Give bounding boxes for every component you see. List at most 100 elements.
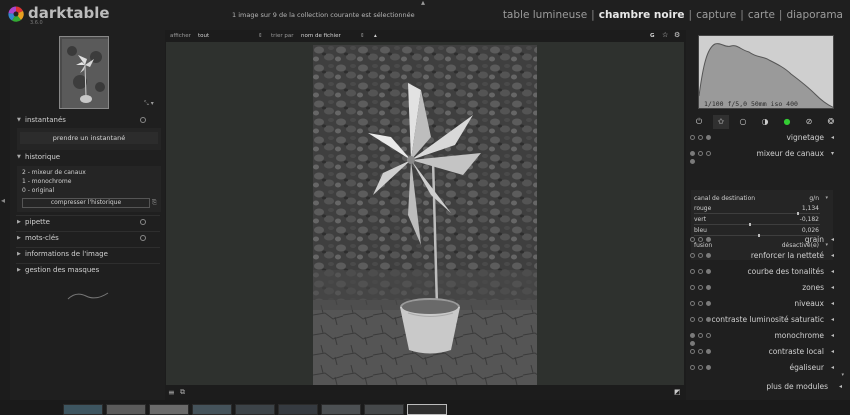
color-group-icon[interactable]: ● [779,115,795,129]
gear-icon[interactable]: ⚙ [674,31,680,39]
destination-dropdown[interactable]: g/n [809,195,819,202]
red-slider[interactable] [694,212,820,215]
green-slider-knob[interactable] [749,223,752,226]
power-icon[interactable]: ⏻ [691,115,707,129]
green-slider[interactable] [694,223,820,226]
module-vignette[interactable]: vignetage ◂ [690,131,838,145]
histogram[interactable]: 1/100 f/5,0 50mm iso 400 [698,35,834,109]
presets-icon[interactable] [706,253,711,258]
multi-instance-icon[interactable] [690,349,695,354]
top-panel-toggle-icon[interactable]: ▴ [421,0,425,7]
multi-instance-icon[interactable] [690,317,695,322]
view-lighttable[interactable]: table lumineuse [503,9,587,21]
filmstrip-thumbnail[interactable] [63,404,103,415]
multi-instance-icon[interactable] [698,151,703,156]
history-item[interactable]: 0 - original [22,187,54,194]
module-contrast-brightness-saturation[interactable]: contraste luminosité saturatic ◂ [690,313,838,327]
sort-dropdown[interactable]: nom de fichier [301,33,341,39]
preset-icon[interactable] [140,117,146,123]
multi-instance-icon[interactable] [690,365,695,370]
presets-icon[interactable] [706,349,711,354]
section-masks[interactable]: ▶ gestion des masques [17,266,160,278]
reset-icon[interactable] [706,333,711,338]
expand-arrow-icon[interactable]: ◂ [831,300,834,307]
expand-arrow-icon[interactable]: ◂ [831,134,834,141]
main-image[interactable] [313,45,537,385]
compress-history-button[interactable]: compresser l'historique [22,198,150,208]
scroll-down-icon[interactable]: ▾ [841,372,844,378]
section-tags[interactable]: ▶ mots-clés [17,234,160,246]
dropdown-arrows-icon[interactable]: ⇕ [258,33,263,39]
power-toggle-icon[interactable] [690,151,695,156]
reset-icon[interactable] [698,285,703,290]
expand-arrow-icon[interactable]: ◂ [831,252,834,259]
filmstrip-thumbnail[interactable] [364,404,404,415]
display-profile-icon[interactable]: ◩ [674,388,681,396]
filmstrip-thumbnail[interactable] [192,404,232,415]
reset-icon[interactable] [698,301,703,306]
module-equalizer[interactable]: égaliseur ◂ [690,361,838,375]
navigation-thumbnail[interactable] [59,36,109,109]
star-icon[interactable]: ☆ [662,31,668,39]
view-darkroom[interactable]: chambre noire [599,9,685,21]
tone-group-icon[interactable]: ◑ [757,115,773,129]
filmstrip-thumbnail[interactable] [321,404,361,415]
presets-icon[interactable] [706,365,711,370]
module-channel-mixer[interactable]: mixeur de canaux ▾ [690,147,838,164]
filmstrip-thumbnail[interactable] [278,404,318,415]
module-grain[interactable]: grain ◂ [690,233,838,247]
presets-icon[interactable] [706,135,711,140]
history-item[interactable]: 1 - monochrome [22,178,71,185]
module-sharpen[interactable]: renforcer la netteté ◂ [690,249,838,263]
presets-icon[interactable]: ⧉ [180,388,185,397]
reset-icon[interactable] [698,135,703,140]
module-monochrome[interactable]: monochrome ◂ [690,329,838,346]
expand-arrow-icon[interactable]: ◂ [831,348,834,355]
presets-icon[interactable] [706,237,711,242]
presets-icon[interactable] [706,269,711,274]
history-item[interactable]: 2 - mixeur de canaux [22,169,86,176]
expand-arrow-icon[interactable]: ◂ [831,332,834,339]
reset-icon[interactable] [698,365,703,370]
create-style-icon[interactable]: ⎘ [152,199,157,207]
presets-icon[interactable] [706,285,711,290]
reset-icon[interactable] [698,317,703,322]
multi-instance-icon[interactable] [690,237,695,242]
preset-icon[interactable] [140,235,146,241]
reset-icon[interactable] [698,269,703,274]
multi-instance-icon[interactable] [690,285,695,290]
module-zones[interactable]: zones ◂ [690,281,838,295]
expand-arrow-icon[interactable]: ◂ [831,284,834,291]
reset-icon[interactable] [698,253,703,258]
module-levels[interactable]: niveaux ◂ [690,297,838,311]
multi-instance-icon[interactable] [690,253,695,258]
correct-group-icon[interactable]: ⊘ [801,115,817,129]
multi-instance-icon[interactable] [690,301,695,306]
dropdown-arrows-icon[interactable]: ⇕ [360,33,365,39]
reset-icon[interactable] [698,349,703,354]
preset-icon[interactable] [140,219,146,225]
presets-icon[interactable] [690,159,695,164]
red-slider-knob[interactable] [797,212,800,215]
expand-arrow-icon[interactable]: ◂ [839,383,842,390]
collapse-arrow-icon[interactable]: ▾ [831,150,834,157]
presets-icon[interactable] [706,301,711,306]
module-tone-curve[interactable]: courbe des tonalités ◂ [690,265,838,279]
left-panel-toggle-icon[interactable]: ◂ [1,196,5,205]
filmstrip-thumbnail[interactable] [149,404,189,415]
expand-arrow-icon[interactable]: ◂ [831,364,834,371]
filmstrip-thumbnail[interactable] [235,404,275,415]
effect-group-icon[interactable]: ❂ [823,115,839,129]
reset-icon[interactable] [698,237,703,242]
navigation-zoom-dropdown[interactable]: ⤡ ▾ [144,100,154,108]
favorites-star-icon[interactable]: ✩ [713,115,729,129]
sort-direction-icon[interactable]: ▴ [374,33,377,39]
base-group-circle-icon[interactable]: ○ [735,115,751,129]
multi-instance-icon[interactable] [690,269,695,274]
power-toggle-icon[interactable] [690,333,695,338]
section-picker[interactable]: ▶ pipette [17,218,160,230]
section-snapshots[interactable]: ▼ instantanés [17,116,160,128]
quick-access-icon[interactable]: ≡ [168,388,175,397]
dropdown-arrow-icon[interactable]: ▾ [825,195,828,201]
view-map[interactable]: carte [748,9,775,21]
